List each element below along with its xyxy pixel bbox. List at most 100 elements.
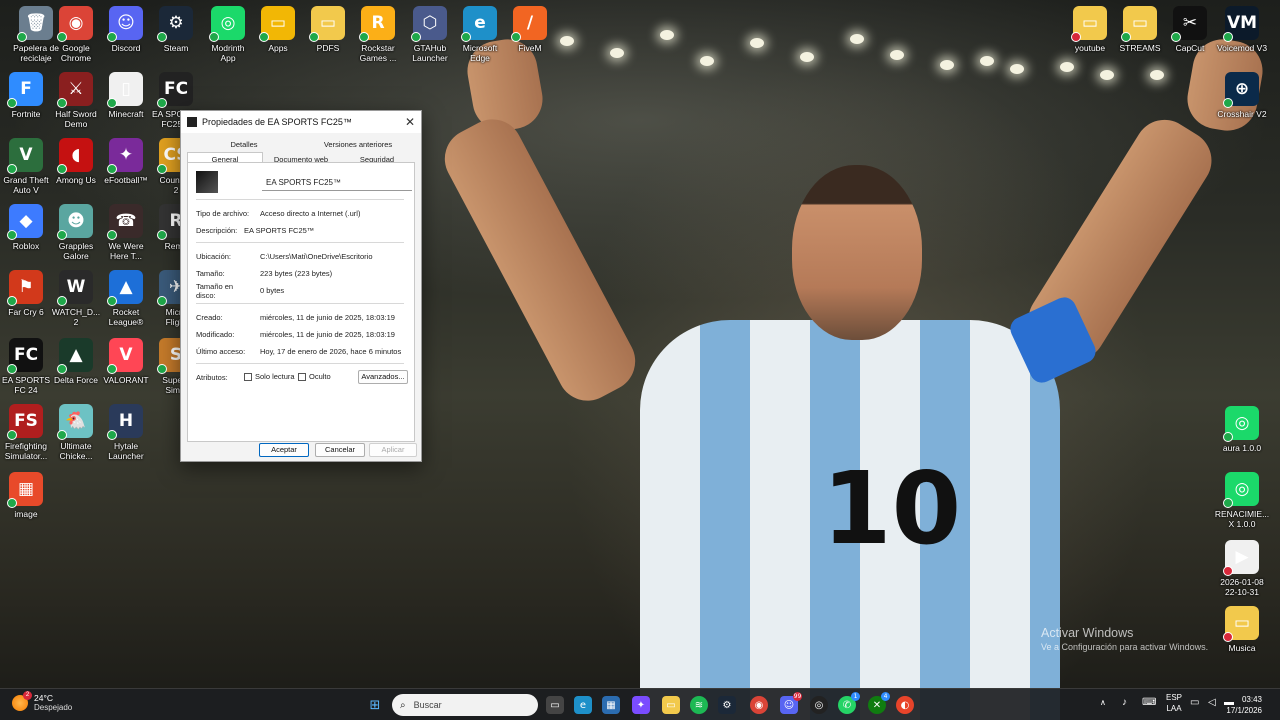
app-icon: ☺ xyxy=(107,6,143,42)
app-taskbar-icon[interactable]: ◎ xyxy=(810,696,828,714)
network-icon[interactable]: ▭ xyxy=(1190,697,1199,708)
weather-widget[interactable]: 2 24°C Despejado xyxy=(12,690,72,712)
search-box[interactable]: ⌕ Buscar xyxy=(392,694,538,716)
tam-value: 223 bytes (223 bytes) xyxy=(260,269,333,278)
app-icon: V xyxy=(107,338,143,374)
app-icon: ☎ xyxy=(107,204,143,240)
sync-ok-icon xyxy=(511,32,521,42)
chevron-up-icon[interactable]: ∧ xyxy=(1100,698,1106,707)
avanzados-button[interactable]: Avanzados... xyxy=(358,370,408,384)
keyboard-icon[interactable]: ⌨ xyxy=(1142,697,1156,708)
sync-ok-icon xyxy=(157,164,167,174)
discord-badge: 99 xyxy=(793,692,802,701)
app-icon: ⊕ xyxy=(1223,72,1259,108)
start-windows-icon[interactable]: ⊞ xyxy=(366,696,384,714)
ea-taskbar-icon[interactable]: ◐ xyxy=(896,696,914,714)
desktop-icon[interactable]: ◎ aura 1.0.0 xyxy=(1212,406,1272,453)
creado-label: Creado: xyxy=(196,313,223,322)
desc-label: Descripción: xyxy=(196,226,238,235)
atributos-label: Atributos: xyxy=(196,373,228,382)
explorer-taskbar-icon[interactable]: ▭ xyxy=(662,696,680,714)
sync-ok-icon xyxy=(359,32,369,42)
tab-versiones-anteriores[interactable]: Versiones anteriores xyxy=(301,137,415,152)
sync-ok-icon xyxy=(461,32,471,42)
desktop-icon[interactable]: ▭ Musica xyxy=(1212,606,1272,653)
app-icon: ⚔ xyxy=(57,72,93,108)
search-placeholder: Buscar xyxy=(413,700,442,710)
solo-lectura-checkbox[interactable]: Solo lectura xyxy=(244,372,295,382)
desktop-icon[interactable]: ◎ RENACIMIE... X 1.0.0 xyxy=(1212,472,1272,529)
xbox-taskbar-icon[interactable]: ✕ 4 xyxy=(868,692,890,714)
sync-ok-icon xyxy=(107,230,117,240)
desktop-icon-label: Rockstar Games ... xyxy=(359,43,397,63)
sync-ok-icon xyxy=(1171,32,1181,42)
mod-label: Modificado: xyxy=(196,330,235,339)
clock-time: 03:43 xyxy=(1241,695,1262,704)
desktop-icon-label: 2026-01-08 22-10-31 xyxy=(1220,577,1264,597)
sync-ok-icon xyxy=(7,430,17,440)
sync-ok-icon xyxy=(7,98,17,108)
clock-date: 17/1/2026 xyxy=(1226,706,1262,715)
desktop-icon[interactable]: ⚙ Steam xyxy=(146,6,206,53)
language-indicator[interactable]: ESP LAA xyxy=(1166,692,1182,714)
desktop-icon-label: FiveM xyxy=(518,43,542,53)
app-icon: ✦ xyxy=(107,138,143,174)
desc-value: EA SPORTS FC25™ xyxy=(244,226,315,235)
desktop-icon[interactable]: VM Voicemod V3 xyxy=(1212,6,1272,53)
sync-ok-icon xyxy=(7,296,17,306)
steam-taskbar-icon[interactable]: ⚙ xyxy=(718,696,736,714)
app-icon: / xyxy=(511,6,547,42)
discord-taskbar-icon[interactable]: ☺ 99 xyxy=(780,692,802,714)
app-icon: V xyxy=(7,138,43,174)
oculto-checkbox[interactable]: Oculto xyxy=(298,372,331,382)
copilot-taskbar-icon[interactable]: ✦ xyxy=(632,696,650,714)
sync-ok-icon xyxy=(107,98,117,108)
app-icon: ◉ xyxy=(57,6,93,42)
name-field[interactable]: EA SPORTS FC25™ xyxy=(262,175,412,191)
volume-icon[interactable]: ◁ xyxy=(1208,697,1216,708)
desktop-icon[interactable]: ✂ CapCut xyxy=(1160,6,1220,53)
sync-ok-icon xyxy=(7,164,17,174)
desktop-icon[interactable]: R Rockstar Games ... xyxy=(348,6,408,63)
app-icon: ✂ xyxy=(1171,6,1207,42)
clock[interactable]: 03:43 17/1/2026 xyxy=(1226,694,1262,716)
desktop-icon[interactable]: ⊕ Crosshair V2 xyxy=(1212,72,1272,119)
sync-ok-icon xyxy=(57,230,67,240)
desktop-icon-label: image xyxy=(14,509,38,519)
sync-ok-icon xyxy=(107,164,117,174)
tipo-label: Tipo de archivo: xyxy=(196,209,250,218)
app-icon: ▭ xyxy=(259,6,295,42)
edge-taskbar-icon[interactable]: e xyxy=(574,696,592,714)
properties-dialog: Propiedades de EA SPORTS FC25™ ✕ Detalle… xyxy=(180,110,422,462)
weather-badge: 2 xyxy=(23,690,32,700)
sync-ok-icon xyxy=(157,364,167,374)
sync-ok-icon xyxy=(57,430,67,440)
chrome-taskbar-icon[interactable]: ◉ xyxy=(750,696,768,714)
sync-ok-icon xyxy=(411,32,421,42)
desktop-icon[interactable]: H Hytale Launcher xyxy=(96,404,156,461)
app-icon: ◎ xyxy=(1223,406,1259,442)
sync-ok-icon xyxy=(57,98,67,108)
app-icon: ◖ xyxy=(57,138,93,174)
cancelar-button[interactable]: Cancelar xyxy=(315,443,365,457)
task-view-icon[interactable]: ▭ xyxy=(546,696,564,714)
whatsapp-taskbar-icon[interactable]: ✆ 1 xyxy=(838,692,860,714)
desktop-icon[interactable]: / FiveM xyxy=(500,6,560,53)
desktop-icon-label: Crosshair V2 xyxy=(1217,109,1267,119)
close-icon[interactable]: ✕ xyxy=(405,115,415,129)
dialog-titlebar[interactable]: Propiedades de EA SPORTS FC25™ ✕ xyxy=(181,111,421,133)
spotify-taskbar-icon[interactable]: ≋ xyxy=(690,696,708,714)
desktop-icon-label: RENACIMIE... X 1.0.0 xyxy=(1214,509,1270,529)
desktop-icon[interactable]: ▶ 2026-01-08 22-10-31 xyxy=(1212,540,1272,597)
microphone-icon[interactable]: ♪ xyxy=(1122,697,1127,708)
sync-ok-icon xyxy=(17,32,27,42)
sync-ok-icon xyxy=(57,364,67,374)
aplicar-button: Aplicar xyxy=(369,443,417,457)
desktop-icon[interactable]: ▦ image xyxy=(0,472,56,519)
store-taskbar-icon[interactable]: ▦ xyxy=(602,696,620,714)
weather-sun-icon: 2 xyxy=(12,690,32,711)
sync-ok-icon xyxy=(1223,432,1233,442)
tab-detalles[interactable]: Detalles xyxy=(187,137,301,152)
sync-ok-icon xyxy=(57,164,67,174)
aceptar-button[interactable]: Aceptar xyxy=(259,443,309,457)
